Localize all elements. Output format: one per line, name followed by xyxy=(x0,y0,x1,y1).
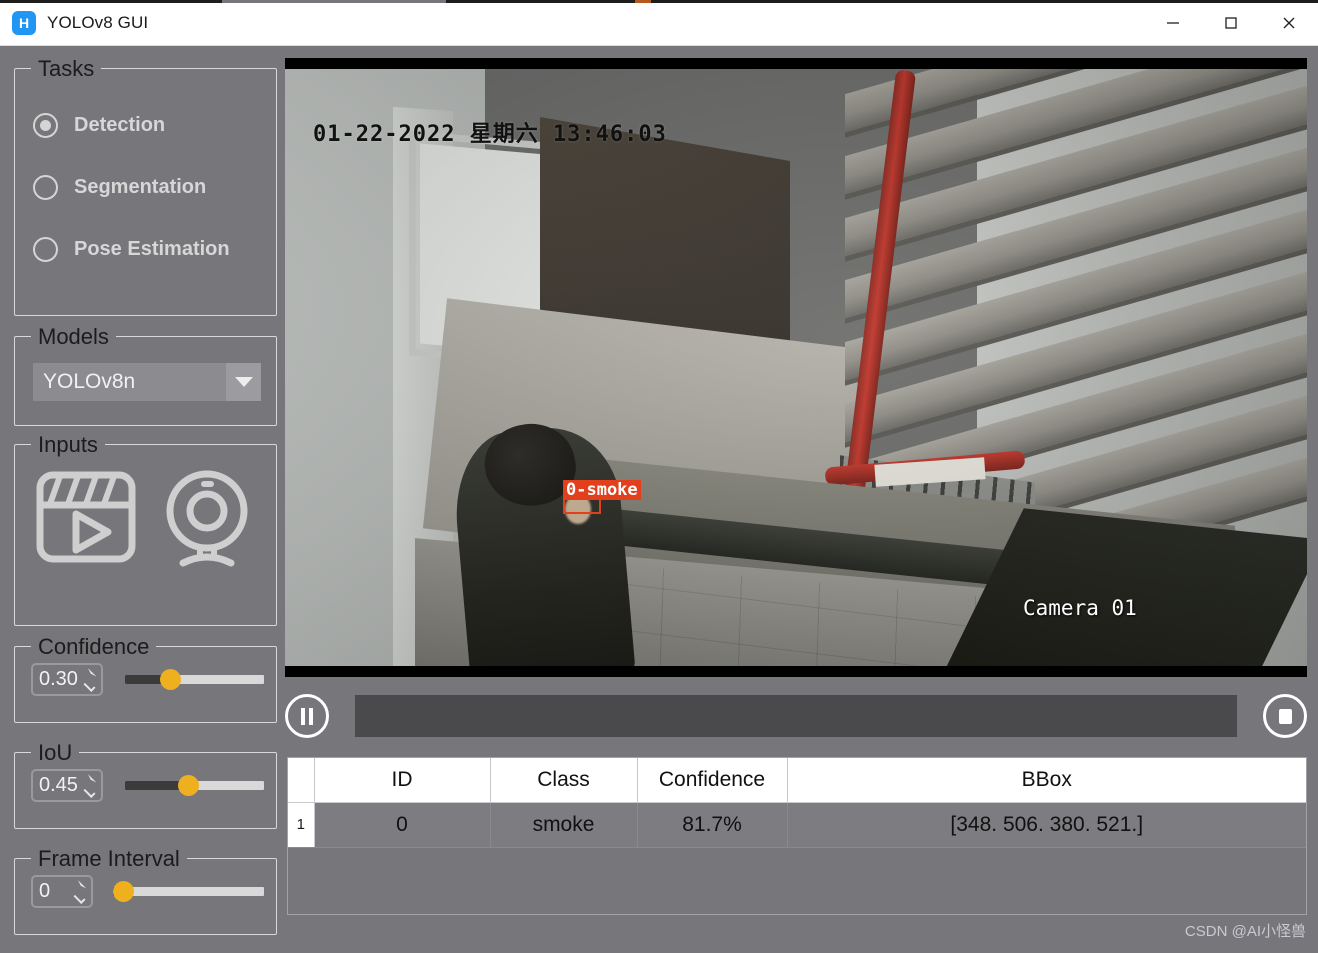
application-window: H YOLOv8 GUI Tasks Detection Segmentatio… xyxy=(0,0,1318,953)
close-icon xyxy=(1283,17,1295,28)
results-table[interactable]: ID Class Confidence BBox 1 0 smoke 81.7%… xyxy=(287,757,1307,915)
detections-table: ID Class Confidence BBox 1 0 smoke 81.7%… xyxy=(288,758,1306,848)
clapperboard-play-icon xyxy=(36,471,136,563)
models-group: Models YOLOv8n xyxy=(14,324,277,426)
cell-class[interactable]: smoke xyxy=(490,802,638,848)
minimize-button[interactable] xyxy=(1144,0,1202,45)
tasks-group-title: Tasks xyxy=(31,56,102,82)
iou-group-title: IoU xyxy=(31,740,80,766)
sidebar: Tasks Detection Segmentation Pose Estima… xyxy=(0,46,285,953)
radio-detection[interactable]: Detection xyxy=(33,113,165,138)
webcam-button[interactable] xyxy=(157,467,257,572)
pause-button[interactable] xyxy=(285,694,329,738)
video-camera-label: Camera 01 xyxy=(1023,596,1137,620)
chevron-down-icon[interactable] xyxy=(82,785,96,798)
stop-button[interactable] xyxy=(1263,694,1307,738)
confidence-stepper[interactable] xyxy=(81,667,97,692)
chevron-down-icon[interactable] xyxy=(72,891,86,904)
iou-stepper[interactable] xyxy=(81,773,97,798)
chevron-down-icon[interactable] xyxy=(82,679,96,692)
window-controls xyxy=(1144,0,1318,45)
tasks-group: Tasks Detection Segmentation Pose Estima… xyxy=(14,56,277,316)
playback-controls xyxy=(285,686,1307,746)
frame-interval-group-title: Frame Interval xyxy=(31,846,187,872)
window-top-edge xyxy=(0,0,1318,3)
row-index[interactable]: 1 xyxy=(288,802,315,848)
iou-spinbox[interactable]: 0.45 xyxy=(31,769,103,802)
radio-detection-indicator xyxy=(33,113,58,138)
confidence-spinbox[interactable]: 0.30 xyxy=(31,663,103,696)
radio-segmentation-label: Segmentation xyxy=(74,176,207,198)
iou-slider[interactable] xyxy=(125,775,264,796)
column-header-bbox[interactable]: BBox xyxy=(787,758,1306,803)
column-header-confidence[interactable]: Confidence xyxy=(637,758,788,803)
confidence-value: 0.30 xyxy=(39,668,78,690)
frame-interval-value: 0 xyxy=(39,880,51,902)
playback-progress-bar[interactable] xyxy=(355,695,1237,737)
close-button[interactable] xyxy=(1260,0,1318,45)
cell-bbox[interactable]: [348. 506. 380. 521.] xyxy=(787,802,1306,848)
title-bar: H YOLOv8 GUI xyxy=(0,0,1318,46)
webcam-icon xyxy=(166,470,248,567)
model-select[interactable]: YOLOv8n xyxy=(33,363,261,401)
maximize-button[interactable] xyxy=(1202,0,1260,45)
app-logo-icon: H xyxy=(12,10,36,35)
iou-value: 0.45 xyxy=(39,774,78,796)
confidence-slider[interactable] xyxy=(125,669,264,690)
cell-confidence[interactable]: 81.7% xyxy=(637,802,788,848)
chevron-down-icon xyxy=(226,363,261,401)
radio-pose-estimation-label: Pose Estimation xyxy=(74,238,230,260)
pause-icon xyxy=(301,707,313,725)
table-header-row: ID Class Confidence BBox xyxy=(288,758,1306,803)
radio-segmentation-indicator xyxy=(33,175,58,200)
video-frame: 01-22-2022 星期六 13:46:03 Camera 01 0-smok… xyxy=(285,69,1307,666)
radio-pose-estimation[interactable]: Pose Estimation xyxy=(33,237,230,262)
column-header-class[interactable]: Class xyxy=(490,758,638,803)
title-bar-left: H YOLOv8 GUI xyxy=(0,10,149,35)
confidence-slider-handle[interactable] xyxy=(160,669,182,690)
radio-detection-label: Detection xyxy=(74,114,166,136)
iou-group: IoU 0.45 xyxy=(14,740,277,829)
maximize-icon xyxy=(1225,16,1237,29)
frame-interval-slider-track xyxy=(113,887,264,896)
chevron-up-icon[interactable] xyxy=(81,773,97,789)
video-timestamp-overlay: 01-22-2022 星期六 13:46:03 xyxy=(313,122,667,147)
radio-pose-estimation-indicator xyxy=(33,237,58,262)
chevron-up-icon[interactable] xyxy=(71,879,87,895)
confidence-group: Confidence 0.30 xyxy=(14,634,277,723)
model-select-value: YOLOv8n xyxy=(43,370,136,393)
inputs-buttons xyxy=(15,467,276,572)
video-file-button[interactable] xyxy=(34,467,138,572)
inputs-group: Inputs xyxy=(14,432,277,626)
inputs-group-title: Inputs xyxy=(31,432,105,458)
window-title: YOLOv8 GUI xyxy=(47,12,149,32)
frame-interval-stepper[interactable] xyxy=(71,879,87,904)
stop-icon xyxy=(1278,708,1292,724)
column-header-id[interactable]: ID xyxy=(314,758,491,803)
radio-segmentation[interactable]: Segmentation xyxy=(33,175,206,200)
video-preview[interactable]: 01-22-2022 星期六 13:46:03 Camera 01 0-smok… xyxy=(285,58,1307,677)
table-corner-cell[interactable] xyxy=(288,758,315,803)
video-scene-image xyxy=(285,69,1307,666)
chevron-up-icon[interactable] xyxy=(81,667,97,683)
watermark: CSDN @AI小怪兽 xyxy=(1184,923,1306,940)
cell-id[interactable]: 0 xyxy=(314,802,491,848)
minimize-icon xyxy=(1167,21,1179,24)
iou-slider-handle[interactable] xyxy=(178,775,200,796)
models-group-title: Models xyxy=(31,324,116,350)
confidence-group-title: Confidence xyxy=(31,634,157,660)
detection-class-label: 0-smoke xyxy=(563,480,641,500)
frame-interval-slider-handle[interactable] xyxy=(113,881,134,902)
frame-interval-spinbox[interactable]: 0 xyxy=(31,875,93,908)
table-row[interactable]: 1 0 smoke 81.7% [348. 506. 380. 521.] xyxy=(288,802,1306,848)
frame-interval-slider[interactable] xyxy=(113,881,264,902)
frame-interval-group: Frame Interval 0 xyxy=(14,846,277,935)
